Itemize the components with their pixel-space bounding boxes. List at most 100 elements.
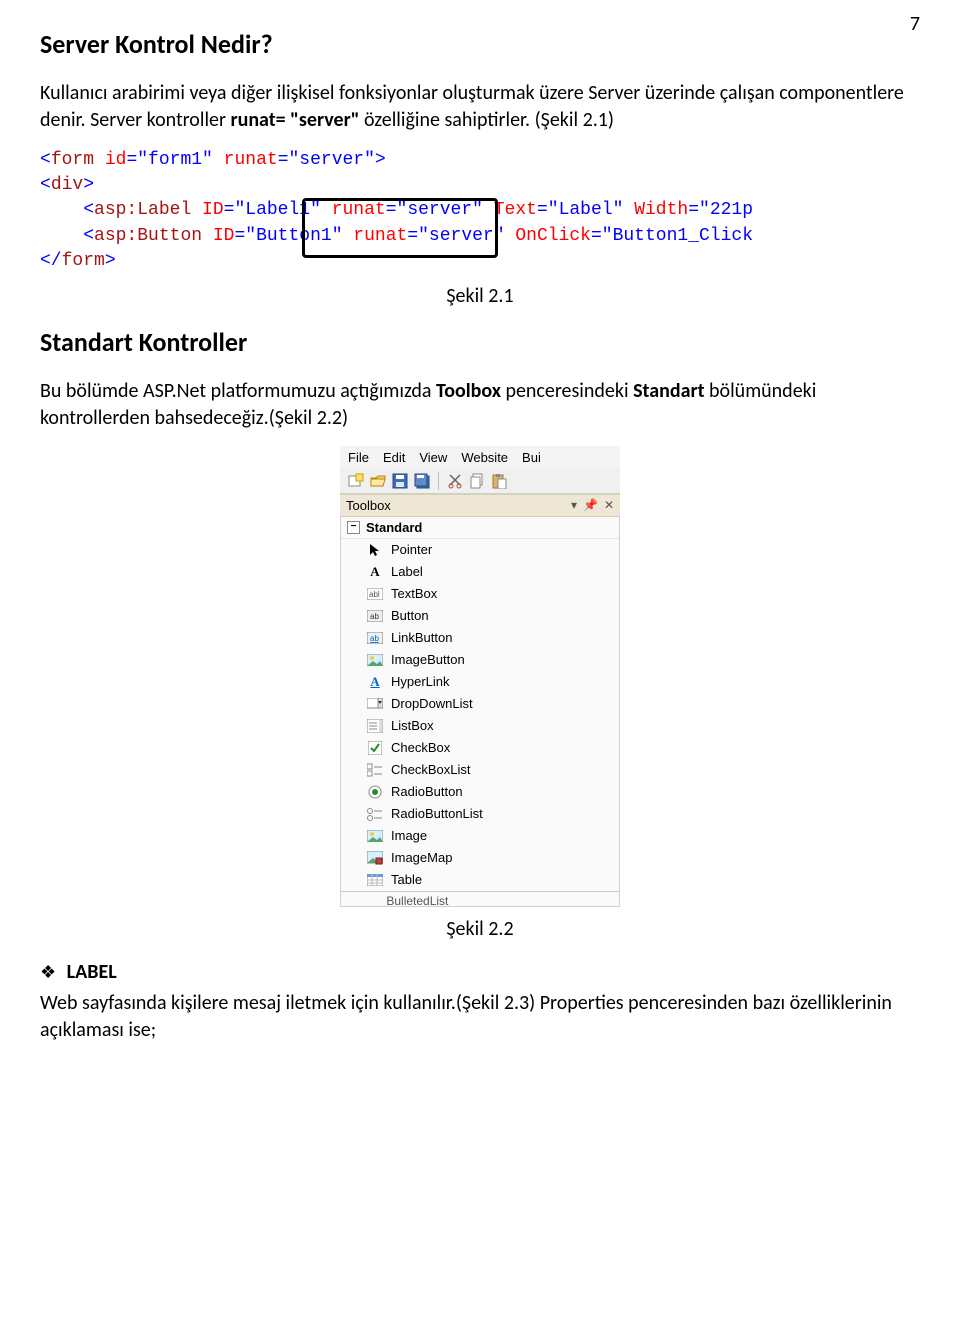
attr-id: ID [202, 226, 234, 246]
toolbox-title: Toolbox [346, 498, 391, 513]
item-label: ListBox [391, 718, 434, 733]
angle-close: > [83, 175, 94, 195]
document-page: 7 Server Kontrol Nedir? Kullanıcı arabir… [0, 0, 960, 1328]
toolbox-item-radiobutton[interactable]: RadioButton [341, 781, 619, 803]
group-standard-label: Standard [366, 520, 422, 535]
svg-text:ab: ab [370, 612, 379, 621]
diamond-bullet-icon: ❖ [40, 963, 56, 981]
label-a-icon: A [367, 564, 383, 580]
item-label-cut: BulletedList [386, 894, 448, 906]
dropdown-icon [367, 696, 383, 712]
val-text: "Label" [548, 200, 624, 220]
label-description: Web sayfasında kişilere mesaj iletmek iç… [40, 990, 920, 1044]
close-icon[interactable]: ✕ [604, 498, 614, 512]
angle-close: > [375, 150, 386, 170]
attr-runat: runat [343, 226, 408, 246]
item-label: Label [391, 564, 423, 579]
open-icon[interactable] [370, 473, 386, 489]
tag-form: form [62, 251, 105, 271]
toolbox-item-label[interactable]: A Label [341, 561, 619, 583]
toolbox-item-hyperlink[interactable]: A HyperLink [341, 671, 619, 693]
save-all-icon[interactable] [414, 473, 430, 489]
toolbox-panel-header[interactable]: Toolbox ▾ 📌 ✕ [340, 494, 620, 517]
image-icon [367, 828, 383, 844]
angle-close: > [105, 251, 116, 271]
toolbox-item-textbox[interactable]: abl TextBox [341, 583, 619, 605]
p1-runat: runat= "server" [230, 108, 359, 132]
tag-asp-label: asp:Label [94, 200, 191, 220]
code-line-3: <asp:Label ID="Label1" runat="server" Te… [40, 198, 920, 223]
item-label: CheckBoxList [391, 762, 470, 777]
vs-toolbar [340, 469, 620, 494]
pointer-icon [367, 542, 383, 558]
item-label: Button [391, 608, 429, 623]
tag-asp-button: asp:Button [94, 226, 202, 246]
menu-edit[interactable]: Edit [383, 450, 405, 465]
caption-sekil-2-1: Şekil 2.1 [40, 284, 920, 308]
toolbox-item-checkboxlist[interactable]: CheckBoxList [341, 759, 619, 781]
val-runat: "server" [289, 150, 375, 170]
eq: = [688, 200, 699, 220]
checkbox-icon [367, 740, 383, 756]
toolbox-tree: − Standard Pointer A Label abl TextBox a… [340, 517, 620, 907]
new-project-icon[interactable] [348, 473, 364, 489]
toolbox-item-listbox[interactable]: ListBox [341, 715, 619, 737]
collapse-icon[interactable]: − [347, 521, 360, 534]
toolbox-item-pointer[interactable]: Pointer [341, 539, 619, 561]
attr-onclick: OnClick [505, 226, 591, 246]
group-standard[interactable]: − Standard [341, 517, 619, 539]
menu-file[interactable]: File [348, 450, 369, 465]
val-runat: "server" [397, 200, 483, 220]
toolbox-item-imagebutton[interactable]: ImageButton [341, 649, 619, 671]
item-label: Pointer [391, 542, 432, 557]
item-label: DropDownList [391, 696, 473, 711]
toolbox-item-checkbox[interactable]: CheckBox [341, 737, 619, 759]
item-label: Image [391, 828, 427, 843]
menu-website[interactable]: Website [461, 450, 508, 465]
attr-runat: runat [213, 150, 278, 170]
label-heading-line: ❖ LABEL [40, 959, 920, 986]
menu-build[interactable]: Bui [522, 450, 541, 465]
button-icon: ab [367, 608, 383, 624]
item-label: TextBox [391, 586, 437, 601]
save-icon[interactable] [392, 473, 408, 489]
toolbox-item-table[interactable]: Table [341, 869, 619, 891]
attr-runat: runat [321, 200, 386, 220]
pin-icon[interactable]: 📌 [583, 498, 598, 512]
label-heading: LABEL [67, 960, 117, 984]
page-number: 7 [910, 12, 920, 36]
cut-icon[interactable] [447, 473, 463, 489]
val-id: "form1" [137, 150, 213, 170]
paste-icon[interactable] [491, 473, 507, 489]
dropdown-arrow-icon[interactable]: ▾ [571, 498, 577, 512]
attr-width: Width [623, 200, 688, 220]
attr-text-b: ext [505, 200, 537, 220]
val-id: "Label1" [234, 200, 320, 220]
textbox-icon: abl [367, 586, 383, 602]
linkbutton-icon: ab [367, 630, 383, 646]
imagemap-icon [367, 850, 383, 866]
item-label: HyperLink [391, 674, 450, 689]
toolbox-item-button[interactable]: ab Button [341, 605, 619, 627]
copy-icon[interactable] [469, 473, 485, 489]
code-line-2: <div> [40, 173, 920, 198]
eq: = [537, 200, 548, 220]
eq: = [407, 226, 418, 246]
tag-div: div [51, 175, 83, 195]
angle-open: < [83, 200, 94, 220]
toolbox-item-linkbutton[interactable]: ab LinkButton [341, 627, 619, 649]
toolbox-item-image[interactable]: Image [341, 825, 619, 847]
val-id: "Button1" [245, 226, 342, 246]
table-icon [367, 872, 383, 888]
svg-text:ab: ab [370, 634, 379, 643]
item-label: LinkButton [391, 630, 452, 645]
attr-id: id [94, 150, 126, 170]
toolbox-item-imagemap[interactable]: ImageMap [341, 847, 619, 869]
intro-paragraph: Kullanıcı arabirimi veya diğer ilişkisel… [40, 80, 920, 134]
menu-view[interactable]: View [419, 450, 447, 465]
paragraph-standart: Bu bölümde ASP.Net platformumuzu açtığım… [40, 378, 920, 432]
toolbox-item-dropdownlist[interactable]: DropDownList [341, 693, 619, 715]
attr-text-a: T [483, 200, 505, 220]
checkboxlist-icon [367, 762, 383, 778]
toolbox-item-radiobuttonlist[interactable]: RadioButtonList [341, 803, 619, 825]
